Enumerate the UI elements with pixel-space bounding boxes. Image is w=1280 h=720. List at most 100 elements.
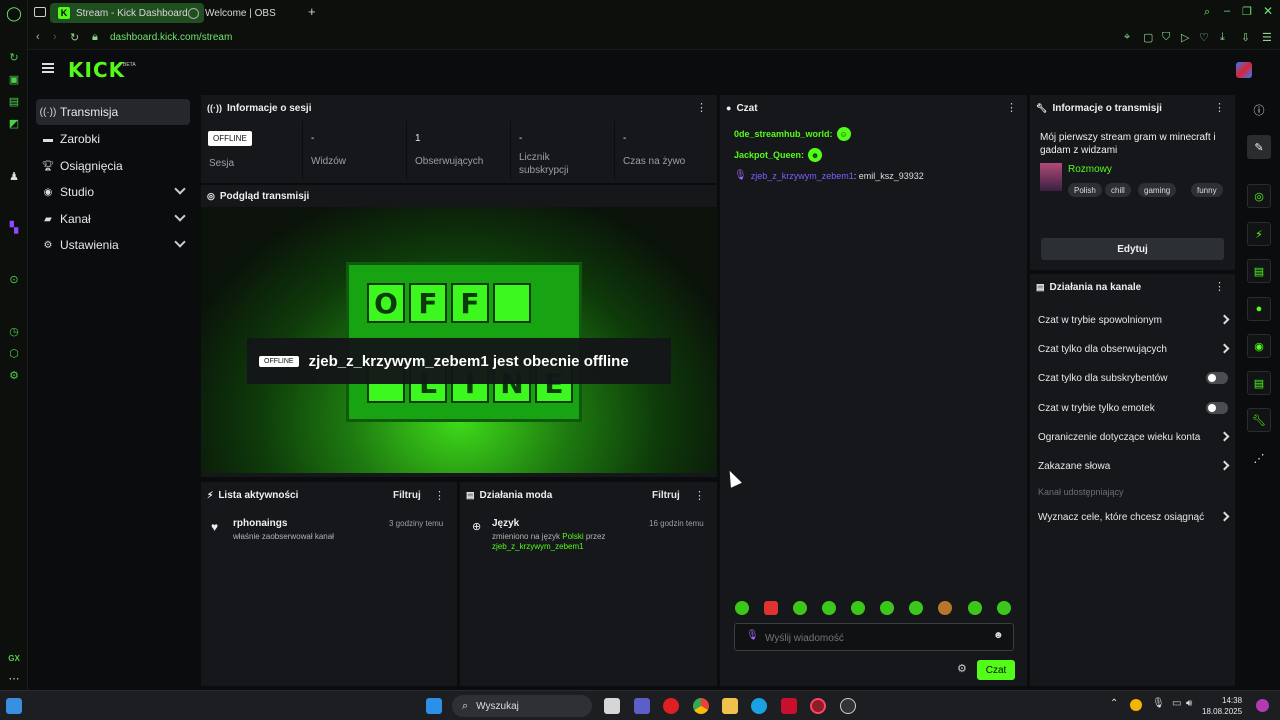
mod-by-user[interactable]: zjeb_z_krzywym_zebem1 <box>492 542 584 551</box>
kick-side-icon[interactable]: ♟ <box>6 168 22 184</box>
emote-icon[interactable] <box>793 601 807 615</box>
subscribers-only-toggle[interactable] <box>1206 372 1228 384</box>
nav-item-kanal[interactable]: ▰ Kanał <box>36 206 190 232</box>
more-options-icon[interactable]: ⋮ <box>1214 280 1225 293</box>
chrome-icon[interactable] <box>693 698 709 714</box>
chat-toggle-icon[interactable]: ● <box>1247 297 1271 321</box>
slow-mode-row[interactable]: Czat w trybie spowolnionym <box>1038 310 1230 330</box>
snapshot-icon[interactable]: ▢ <box>1143 31 1153 44</box>
forward-icon[interactable]: › <box>53 31 57 43</box>
reload-icon[interactable]: ↻ <box>70 31 79 44</box>
search-tabs-icon[interactable]: ⌕ <box>1204 6 1210 19</box>
emote-icon[interactable] <box>909 601 923 615</box>
followers-only-row[interactable]: Czat tylko dla obserwujących <box>1038 339 1230 359</box>
stream-info-toggle-icon[interactable]: 🔧︎ <box>1247 408 1271 432</box>
minimize-icon[interactable]: – <box>1224 5 1230 17</box>
windows-start-icon[interactable] <box>426 698 442 714</box>
history-icon[interactable]: ◷ <box>6 323 22 339</box>
tab-menu-icon[interactable] <box>34 7 46 17</box>
mod-lang[interactable]: Polski <box>562 532 583 541</box>
filter-button[interactable]: Filtruj <box>652 490 680 501</box>
filter-button[interactable]: Filtruj <box>393 490 421 501</box>
hamburger-menu-icon[interactable] <box>42 63 54 73</box>
play-media-icon[interactable]: ▷ <box>1181 31 1189 44</box>
chat-input-box[interactable]: 🎙︎ ☻ <box>734 623 1014 651</box>
app-icon[interactable] <box>781 698 797 714</box>
activity-user[interactable]: rphonaings <box>233 518 287 529</box>
send-chat-button[interactable]: Czat <box>977 660 1015 680</box>
edit-stream-info-button[interactable]: Edytuj <box>1041 238 1224 260</box>
taskbar-search[interactable]: ⌕ Wyszukaj <box>452 695 592 717</box>
more-options-icon[interactable]: ⋮ <box>1214 101 1225 114</box>
share-icon[interactable]: ⋰ <box>1247 446 1271 470</box>
nav-item-zarobki[interactable]: ▬ Zarobki <box>36 126 190 152</box>
opera-icon[interactable] <box>663 698 679 714</box>
account-age-row[interactable]: Ograniczenie dotyczące wieku konta <box>1038 427 1230 447</box>
mod-toggle-icon[interactable]: ▤ <box>1247 259 1271 283</box>
system-clock[interactable]: 14:38 18.08.2025 <box>1202 695 1242 717</box>
obs-icon[interactable] <box>840 698 856 714</box>
close-window-icon[interactable]: ✕ <box>1263 4 1273 18</box>
chat-settings-icon[interactable]: ⚙ <box>957 662 967 675</box>
downloads-icon[interactable]: ⇩ <box>1241 31 1250 44</box>
opera-logo-icon[interactable]: ◯ <box>6 5 22 21</box>
back-icon[interactable]: ‹ <box>36 31 40 43</box>
goals-row[interactable]: Wyznacz cele, które chcesz osiągnąć <box>1038 507 1230 527</box>
microphone-icon[interactable]: 🎙︎ <box>1152 698 1165 709</box>
copilot-icon[interactable] <box>1256 699 1269 712</box>
activity-toggle-icon[interactable]: ⚡︎ <box>1247 222 1271 246</box>
channel-actions-toggle-icon[interactable]: ▤ <box>1247 371 1271 395</box>
more-options-icon[interactable]: ⋮ <box>1006 101 1017 114</box>
wallet-icon[interactable]: ▤ <box>6 93 22 109</box>
more-options-icon[interactable]: ⋮ <box>694 489 705 502</box>
info-icon[interactable]: ⓘ <box>1247 98 1271 122</box>
volume-icon[interactable]: 🔊︎ <box>1186 698 1192 709</box>
emote-icon[interactable] <box>880 601 894 615</box>
play-icon[interactable]: ⊙ <box>6 271 22 287</box>
teams-icon[interactable] <box>634 698 650 714</box>
chat-username[interactable]: 0de_streamhub_world: <box>734 129 833 139</box>
emoji-icon[interactable]: ☻ <box>993 630 1004 641</box>
twitch-icon[interactable]: ▚ <box>6 219 22 235</box>
category-thumbnail[interactable] <box>1040 163 1062 191</box>
extensions-icon[interactable]: ⬡ <box>6 345 22 361</box>
emote-icon[interactable] <box>938 601 952 615</box>
network-icon[interactable]: ▭ <box>1172 698 1181 709</box>
file-explorer-icon[interactable] <box>722 698 738 714</box>
chat-message-input[interactable] <box>765 630 985 646</box>
edge-icon[interactable] <box>751 698 767 714</box>
heart-icon[interactable]: ♡ <box>1199 31 1209 44</box>
microphone-icon[interactable]: 🎙︎ <box>746 630 759 641</box>
chat-username[interactable]: Jackpot_Queen: <box>734 150 804 160</box>
edit-icon[interactable]: ✎ <box>1247 135 1271 159</box>
session-toggle-icon[interactable]: ◉ <box>1247 334 1271 358</box>
opera-gx-icon[interactable] <box>810 698 826 714</box>
nav-item-studio[interactable]: ◉ Studio <box>36 179 190 205</box>
widgets-icon[interactable] <box>6 698 22 714</box>
tray-app-icon[interactable] <box>1130 699 1142 711</box>
refresh-icon[interactable]: ↻ <box>6 49 22 65</box>
preview-toggle-icon[interactable]: ◎ <box>1247 184 1271 208</box>
emote-icon[interactable] <box>822 601 836 615</box>
nav-item-osiagniecia[interactable]: 🏆︎ Osiągnięcia <box>36 153 190 179</box>
emote-icon[interactable] <box>735 601 749 615</box>
banned-words-row[interactable]: Zakazane słowa <box>1038 456 1230 476</box>
emote-icon[interactable] <box>968 601 982 615</box>
maximize-icon[interactable]: ❐ <box>1242 5 1252 18</box>
stream-preview-image[interactable]: O F F L I N E OFFLINE zjeb_z_krzywym_zeb… <box>201 207 717 473</box>
messenger-icon[interactable]: ◩ <box>6 115 22 131</box>
nav-item-transmisja[interactable]: ((·)) Transmisja <box>36 99 190 125</box>
new-tab-button[interactable]: + <box>308 4 316 19</box>
more-options-icon[interactable]: ⋮ <box>434 489 445 502</box>
user-avatar[interactable] <box>1236 62 1252 78</box>
gx-icon[interactable]: GX <box>6 650 22 666</box>
settings-icon[interactable]: ⚙ <box>6 367 22 383</box>
bag-icon[interactable]: ▣ <box>6 71 22 87</box>
more-options-icon[interactable]: ⋮ <box>696 101 707 114</box>
task-view-icon[interactable] <box>604 698 620 714</box>
emote-only-toggle[interactable] <box>1206 402 1228 414</box>
chevron-up-icon[interactable]: ⌃ <box>1110 698 1118 709</box>
download-icon[interactable]: ⤓ <box>1220 31 1225 44</box>
emote-icon[interactable] <box>997 601 1011 615</box>
nav-item-ustawienia[interactable]: ⚙ Ustawienia <box>36 232 190 258</box>
